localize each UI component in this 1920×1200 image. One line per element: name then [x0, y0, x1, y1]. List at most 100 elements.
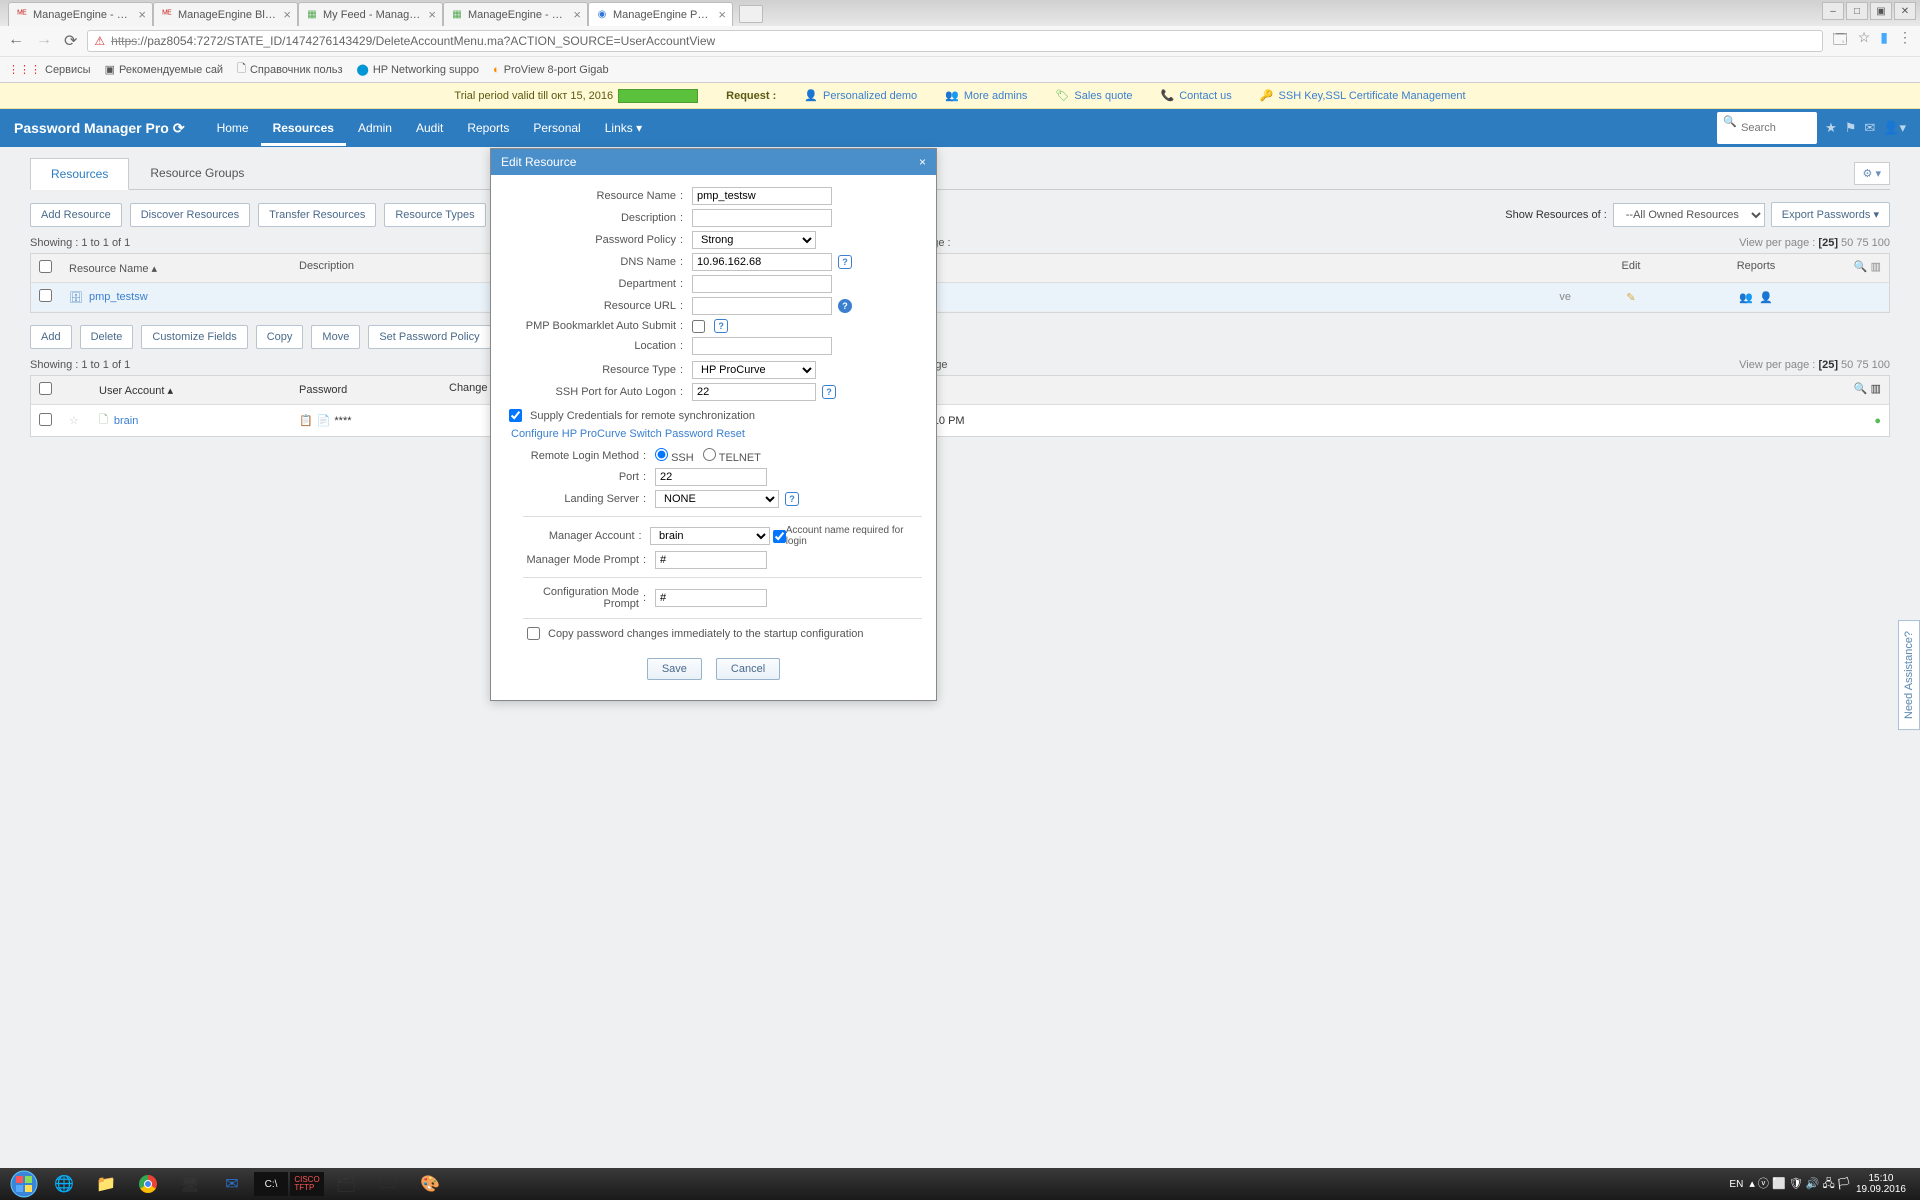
- tab-close-icon[interactable]: ×: [428, 8, 436, 21]
- tab-close-icon[interactable]: ×: [283, 8, 291, 21]
- tb-outlook-icon[interactable]: ✉: [212, 1170, 252, 1198]
- modal-close-icon[interactable]: ×: [919, 155, 926, 169]
- tb-cmd-icon[interactable]: C:\: [254, 1172, 288, 1196]
- nav-personal[interactable]: Personal: [521, 110, 592, 146]
- select-all-checkbox[interactable]: [39, 260, 52, 273]
- bookmark-star-icon[interactable]: ☆: [1858, 29, 1871, 53]
- input-ssh-port[interactable]: [692, 383, 816, 401]
- btn-add-resource[interactable]: Add Resource: [30, 203, 122, 227]
- btn-delete[interactable]: Delete: [80, 325, 134, 349]
- tab-close-icon[interactable]: ×: [573, 8, 581, 21]
- bk-item-3[interactable]: ⬤HP Networking suppo: [357, 63, 480, 76]
- nav-links[interactable]: Links ▾: [593, 110, 654, 146]
- tb-cisco-icon[interactable]: CISCOTFTP: [290, 1172, 324, 1196]
- address-bar[interactable]: ⚠ https ://paz8054:7272/STATE_ID/1474276…: [87, 30, 1822, 52]
- btn-export-passwords[interactable]: Export Passwords ▾: [1771, 202, 1890, 227]
- link-contact[interactable]: 📞Contact us: [1161, 89, 1232, 102]
- mail-icon[interactable]: ✉: [1864, 120, 1875, 136]
- tab-close-icon[interactable]: ×: [718, 8, 726, 21]
- copy-pw2-icon[interactable]: 📄: [317, 414, 331, 427]
- select-mgr-acct[interactable]: brain: [650, 527, 770, 545]
- link-quote[interactable]: 🏷Sales quote: [1055, 89, 1132, 102]
- resource-link[interactable]: pmp_testsw: [89, 291, 148, 303]
- cancel-button[interactable]: Cancel: [716, 658, 780, 680]
- btn-transfer[interactable]: Transfer Resources: [258, 203, 376, 227]
- btn-resource-types[interactable]: Resource Types: [384, 203, 485, 227]
- menu-icon[interactable]: ⋮: [1898, 29, 1912, 53]
- report-user-icon[interactable]: 👤: [1759, 292, 1773, 304]
- bk-item-4[interactable]: ◐ProView 8-port Gigab: [493, 64, 609, 76]
- nav-admin[interactable]: Admin: [346, 110, 404, 146]
- help-icon[interactable]: ?: [838, 255, 852, 269]
- tb-paint-icon[interactable]: 🎨: [410, 1170, 450, 1198]
- table-search-icon[interactable]: 🔍: [1854, 261, 1868, 273]
- help-icon[interactable]: ?: [785, 492, 799, 506]
- chk-copy-config[interactable]: [527, 627, 540, 640]
- btn-add[interactable]: Add: [30, 325, 72, 349]
- link-admins[interactable]: 👥More admins: [945, 89, 1027, 102]
- browser-tab-4[interactable]: ◉ManageEngine Passwor×: [588, 2, 733, 26]
- tab-close-icon[interactable]: ×: [138, 8, 146, 21]
- input-port[interactable]: [655, 468, 767, 486]
- help-icon[interactable]: ?: [822, 385, 836, 399]
- win-min[interactable]: –: [1822, 2, 1844, 20]
- chk-supply-credentials[interactable]: [509, 409, 522, 422]
- new-tab-button[interactable]: [739, 5, 763, 23]
- tb-ie-icon[interactable]: 🌐: [44, 1170, 84, 1198]
- account-link[interactable]: brain: [114, 415, 138, 427]
- edit-icon[interactable]: ✎: [1626, 292, 1635, 304]
- show-resources-select[interactable]: --All Owned Resources: [1613, 203, 1765, 227]
- tray-clock[interactable]: 15:1019.09.2016: [1856, 1173, 1906, 1195]
- btn-set-password-policy[interactable]: Set Password Policy: [368, 325, 490, 349]
- start-button[interactable]: [6, 1168, 42, 1200]
- table-cols-icon[interactable]: ▥: [1871, 261, 1881, 273]
- star-icon[interactable]: ★: [1825, 120, 1837, 136]
- browser-tab-3[interactable]: ▦ManageEngine - Custo×: [443, 2, 588, 26]
- col-user-account[interactable]: User Account ▴: [99, 382, 299, 398]
- btn-customize-fields[interactable]: Customize Fields: [141, 325, 247, 349]
- bk-apps[interactable]: ⋮⋮⋮Сервисы: [8, 63, 91, 76]
- btn-copy[interactable]: Copy: [256, 325, 304, 349]
- acct-select-all[interactable]: [39, 382, 52, 395]
- row-checkbox[interactable]: [39, 289, 52, 302]
- input-mgr-prompt[interactable]: [655, 551, 767, 569]
- save-button[interactable]: Save: [647, 658, 702, 680]
- input-resource-url[interactable]: [692, 297, 832, 315]
- search-input[interactable]: [1741, 122, 1811, 134]
- win-rest[interactable]: ▣: [1870, 2, 1892, 20]
- input-department[interactable]: [692, 275, 832, 293]
- favorite-star-icon[interactable]: ☆: [69, 415, 79, 427]
- radio-telnet[interactable]: TELNET: [703, 448, 761, 464]
- btn-discover[interactable]: Discover Resources: [130, 203, 250, 227]
- select-password-policy[interactable]: Strong: [692, 231, 816, 249]
- tab-resources[interactable]: Resources: [30, 158, 129, 190]
- tb-app3-icon[interactable]: 🗔: [368, 1170, 408, 1198]
- win-close[interactable]: ✕: [1894, 2, 1916, 20]
- btn-move[interactable]: Move: [311, 325, 360, 349]
- browser-tab-0[interactable]: ᴹᴱManageEngine - Contac×: [8, 2, 153, 26]
- radio-ssh[interactable]: SSH: [655, 448, 694, 464]
- input-description[interactable]: [692, 209, 832, 227]
- table-row[interactable]: 🗄pmp_testsw ve ✎ 👥 👤: [31, 283, 1889, 312]
- browser-tab-1[interactable]: ᴹᴱManageEngine Blogs×: [153, 2, 298, 26]
- tb-explorer-icon[interactable]: 📁: [86, 1170, 126, 1198]
- input-resource-name[interactable]: [692, 187, 832, 205]
- nav-reports[interactable]: Reports: [455, 110, 521, 146]
- need-assistance-tab[interactable]: Need Assistance?: [1898, 620, 1920, 730]
- extension-icon[interactable]: ▮: [1880, 29, 1888, 53]
- reload-icon[interactable]: ⟳: [64, 31, 77, 51]
- forward-icon[interactable]: →: [36, 31, 52, 51]
- tray-lang[interactable]: EN: [1729, 1179, 1743, 1190]
- account-row[interactable]: ☆ 🗋brain 📋📄**** ↻ Sep 16, 2016 02:10 PM …: [31, 405, 1889, 436]
- brand-logo[interactable]: Password Manager Pro⟳: [14, 120, 185, 137]
- select-landing[interactable]: NONE: [655, 490, 779, 508]
- user-menu-icon[interactable]: 👤▾: [1883, 120, 1906, 136]
- nav-audit[interactable]: Audit: [404, 110, 455, 146]
- link-ssh[interactable]: 🔑SSH Key,SSL Certificate Management: [1260, 89, 1466, 102]
- tray-icons[interactable]: ▴ ⓥ ⬜ 🛡 🔊 🖧 🏳: [1749, 1175, 1850, 1194]
- copy-pw-icon[interactable]: 📋: [299, 414, 313, 427]
- tb-chrome-icon[interactable]: [128, 1170, 168, 1198]
- acct-row-checkbox[interactable]: [39, 413, 52, 426]
- input-location[interactable]: [692, 337, 832, 355]
- chk-acct-required[interactable]: [773, 530, 786, 543]
